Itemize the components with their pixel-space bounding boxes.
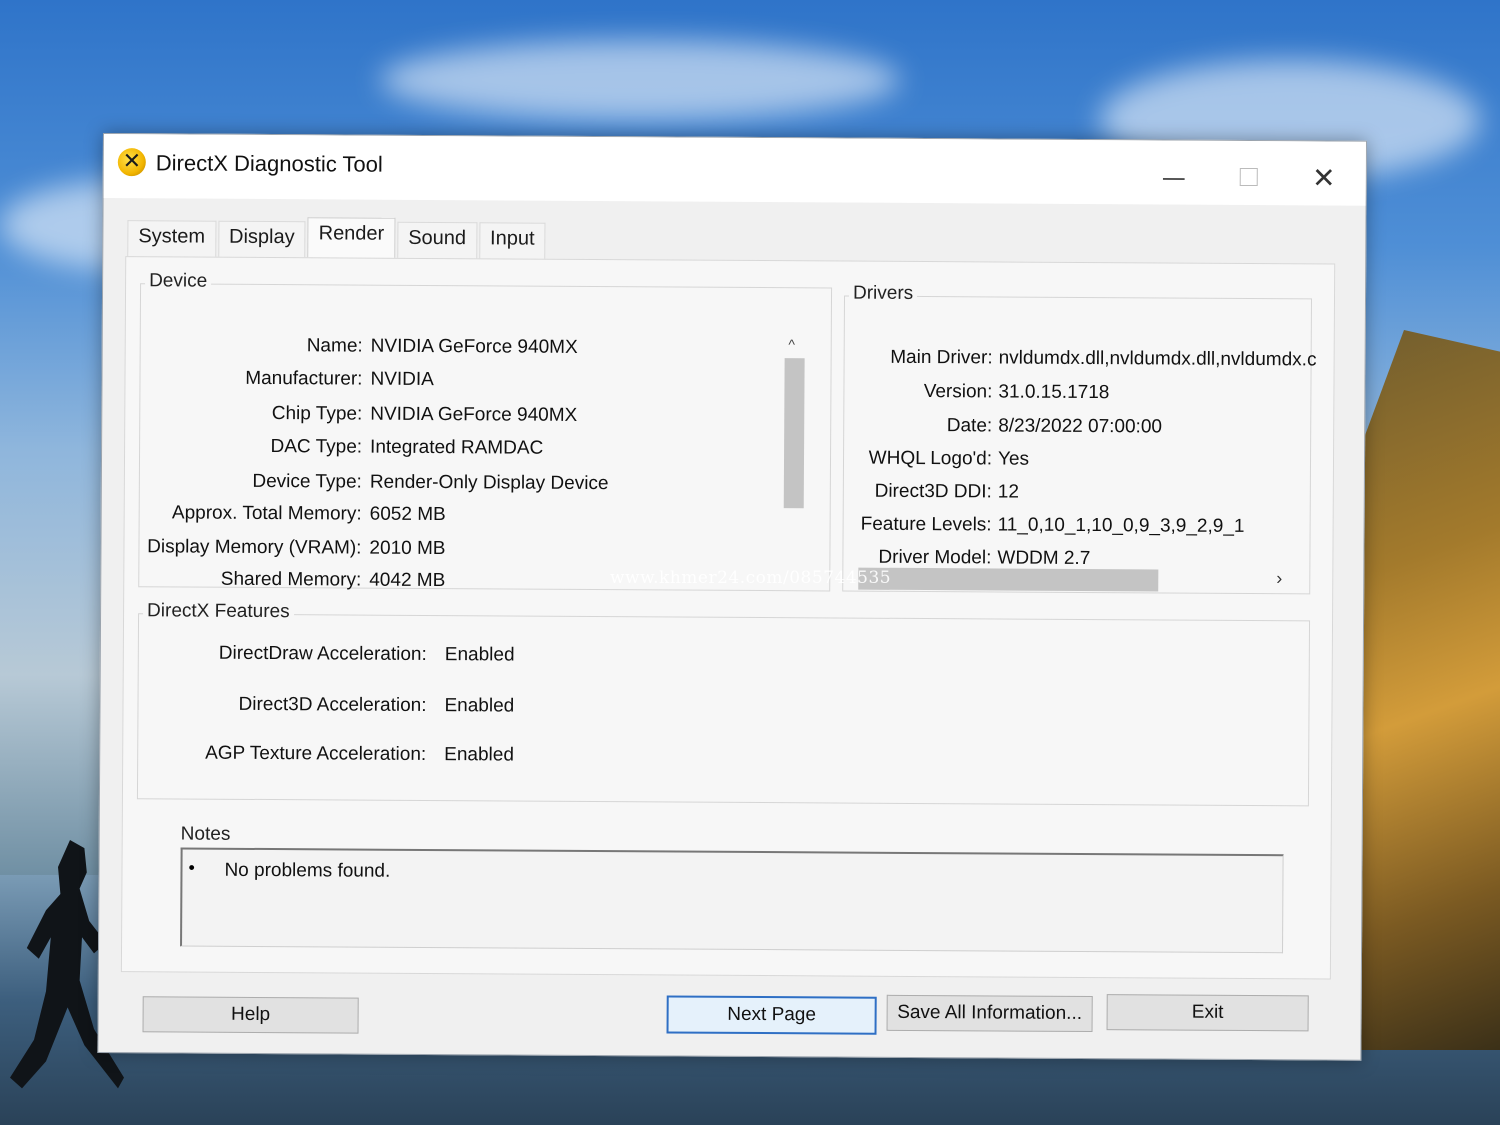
notes-heading: Notes <box>176 823 235 846</box>
cloud <box>380 40 900 120</box>
device-vertical-scrollbar[interactable]: ^ <box>780 336 805 520</box>
tab-render[interactable]: Render <box>307 217 396 261</box>
field-value[interactable]: 4042 MB <box>369 570 445 592</box>
field-label: Direct3D DDI: <box>874 480 992 503</box>
device-row-total-memory: Approx. Total Memory: 6052 MB <box>140 502 830 530</box>
window-title: DirectX Diagnostic Tool <box>155 150 383 177</box>
field-value[interactable]: 8/23/2022 07:00:00 <box>998 415 1162 438</box>
bullet-icon: • <box>188 857 195 878</box>
field-label: Main Driver: <box>890 346 993 369</box>
field-label: Manufacturer: <box>245 367 363 390</box>
field-label: DirectDraw Acceleration: <box>218 642 427 665</box>
directx-features-group: DirectX Features DirectDraw Acceleration… <box>136 600 1311 807</box>
field-label: Version: <box>923 381 993 403</box>
device-row-dac-type: DAC Type: Integrated RAMDAC <box>140 435 830 463</box>
exit-button[interactable]: Exit <box>1106 994 1309 1032</box>
field-label: AGP Texture Acceleration: <box>205 742 427 765</box>
field-label: Name: <box>306 335 363 357</box>
field-value[interactable]: NVIDIA GeForce 940MX <box>370 404 577 427</box>
directx-icon: ✕ <box>117 148 146 177</box>
help-button[interactable]: Help <box>142 996 359 1034</box>
maximize-icon <box>1239 167 1258 187</box>
notes-item: No problems found. <box>224 859 391 882</box>
device-row-name: Name: NVIDIA GeForce 940MX <box>141 334 831 362</box>
driver-row-date: Date: 8/23/2022 07:00:00 <box>844 415 1310 442</box>
tab-display[interactable]: Display <box>217 220 306 259</box>
field-label: Shared Memory: <box>220 568 362 591</box>
next-page-button[interactable]: Next Page <box>666 995 877 1035</box>
field-label: Direct3D Acceleration: <box>238 693 427 716</box>
features-heading: DirectX Features <box>143 600 294 624</box>
feature-row-agp-texture: AGP Texture Acceleration: Enabled <box>138 742 838 770</box>
dxdiag-window: ✕ DirectX Diagnostic Tool — ✕ System Dis… <box>97 133 1367 1061</box>
watermark-text: www.khmer24.com/085744535 <box>610 568 892 588</box>
feature-row-direct3d: Direct3D Acceleration: Enabled <box>138 693 838 721</box>
tab-sound[interactable]: Sound <box>397 221 478 260</box>
drivers-horizontal-scrollbar[interactable]: › <box>858 566 1282 592</box>
field-value[interactable]: Enabled <box>444 695 514 717</box>
field-label: DAC Type: <box>270 436 363 458</box>
maximize-button[interactable] <box>1234 163 1264 193</box>
drivers-group: Drivers Main Driver: nvldumdx.dll,nvldum… <box>842 282 1317 595</box>
field-value[interactable]: NVIDIA <box>370 369 433 391</box>
tab-system[interactable]: System <box>127 220 217 258</box>
close-button[interactable]: ✕ <box>1309 161 1339 194</box>
field-value[interactable]: NVIDIA GeForce 940MX <box>371 336 578 359</box>
field-value[interactable]: Integrated RAMDAC <box>370 437 543 460</box>
scroll-up-arrow-icon[interactable]: ^ <box>781 336 803 352</box>
field-value[interactable]: Enabled <box>444 744 514 766</box>
field-value[interactable]: Enabled <box>445 644 515 666</box>
field-value[interactable]: 31.0.15.1718 <box>998 381 1109 404</box>
field-value[interactable]: Render-Only Display Device <box>370 472 609 495</box>
scroll-right-arrow-icon[interactable]: › <box>1276 568 1282 589</box>
drivers-heading: Drivers <box>848 282 918 305</box>
field-label: Display Memory (VRAM): <box>147 536 362 559</box>
driver-row-whql: WHQL Logo'd: Yes <box>844 448 1310 475</box>
notes-box[interactable]: • No problems found. <box>180 847 1284 954</box>
field-label: Device Type: <box>252 470 362 493</box>
device-heading: Device <box>145 270 212 293</box>
driver-row-feature-levels: Feature Levels: 11_0,10_1,10_0,9_3,9_2,9… <box>844 514 1310 541</box>
device-row-manufacturer: Manufacturer: NVIDIA <box>140 367 830 395</box>
field-label: Chip Type: <box>271 403 363 425</box>
field-value[interactable]: 11_0,10_1,10_0,9_3,9_2,9_1 <box>998 514 1245 538</box>
scrollbar-thumb[interactable] <box>858 567 1159 592</box>
driver-row-version: Version: 31.0.15.1718 <box>844 381 1310 408</box>
field-label: WHQL Logo'd: <box>868 447 993 470</box>
field-value[interactable]: 2010 MB <box>369 538 445 560</box>
device-row-vram: Display Memory (VRAM): 2010 MB <box>139 536 829 564</box>
field-value[interactable]: 12 <box>998 481 1019 503</box>
field-label: Approx. Total Memory: <box>171 502 362 525</box>
device-row-device-type: Device Type: Render-Only Display Device <box>140 470 830 498</box>
driver-row-main-driver: Main Driver: nvldumdx.dll,nvldumdx.dll,n… <box>845 346 1316 374</box>
field-label: Feature Levels: <box>860 513 992 536</box>
field-value[interactable]: Yes <box>998 448 1029 470</box>
feature-row-directdraw: DirectDraw Acceleration: Enabled <box>139 642 839 670</box>
scrollbar-thumb[interactable] <box>783 358 805 509</box>
tab-strip: System Display Render Sound Input <box>127 216 547 261</box>
field-label: Date: <box>946 415 993 437</box>
driver-row-d3d-ddi: Direct3D DDI: 12 <box>844 481 1310 508</box>
device-group: Device Name: NVIDIA GeForce 940MX Manufa… <box>138 270 833 592</box>
title-bar[interactable]: ✕ DirectX Diagnostic Tool — ✕ <box>103 134 1366 206</box>
field-value[interactable]: 6052 MB <box>370 504 446 526</box>
tab-input[interactable]: Input <box>478 222 546 260</box>
minimize-button[interactable]: — <box>1159 162 1189 192</box>
field-value[interactable]: nvldumdx.dll,nvldumdx.dll,nvldumdx.c <box>999 347 1317 371</box>
render-tab-panel: Device Name: NVIDIA GeForce 940MX Manufa… <box>120 256 1336 980</box>
device-row-chip-type: Chip Type: NVIDIA GeForce 940MX <box>140 402 830 430</box>
save-all-information-button[interactable]: Save All Information... <box>886 994 1093 1033</box>
